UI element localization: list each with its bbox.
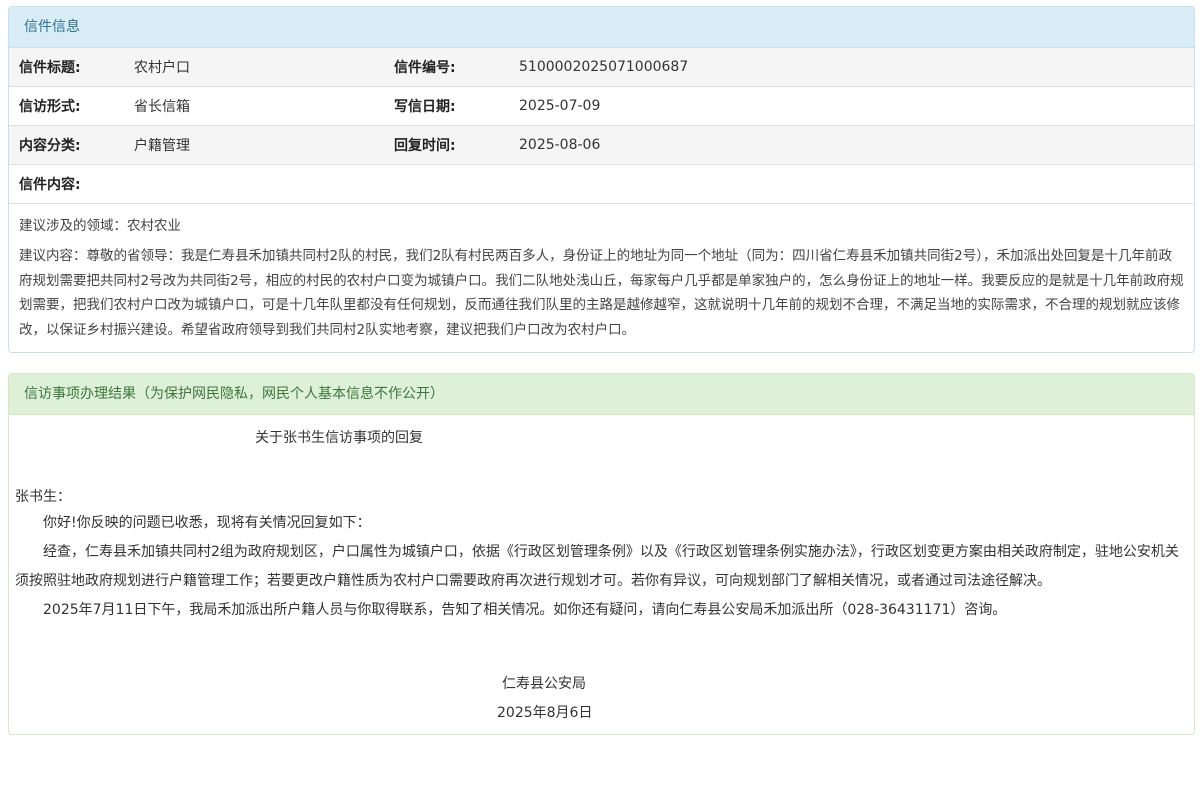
label-title: 信件标题: [19, 60, 81, 76]
label-content: 信件内容: [19, 177, 81, 193]
reply-paragraph-2: 2025年7月11日下午，我局禾加派出所户籍人员与你取得联系，告知了相关情况。如… [43, 602, 1007, 618]
value-reply-time: 2025-08-06 [519, 137, 601, 153]
letter-domain: 建议涉及的领域：农村农业 [19, 218, 181, 234]
reply-signature: 仁寿县公安局 [502, 676, 586, 692]
value-title: 农村户口 [134, 60, 190, 76]
reply-heading: 信访事项办理结果（为保护网民隐私，网民个人基本信息不作公开） [9, 374, 1194, 415]
reply-date: 2025年8月6日 [497, 705, 593, 721]
letter-content-text: 建议内容：尊敬的省领导：我是仁寿县禾加镇共同村2队的村民，我们2队有村民两百多人… [19, 248, 1184, 338]
value-write-date: 2025-07-09 [519, 98, 601, 114]
page-container: 信件信息 信件标题: 农村户口 信件编号: 510000202507100068… [8, 6, 1195, 735]
value-letter-number: 5100002025071000687 [519, 59, 689, 75]
info-row-content: 信件内容: [9, 165, 1194, 204]
label-write-date: 写信日期: [394, 99, 456, 115]
reply-body: 关于张书生信访事项的回复 张书生： 你好!你反映的问题已收悉，现将有关情况回复如… [9, 415, 1194, 734]
reply-title: 关于张书生信访事项的回复 [255, 430, 423, 446]
label-form: 信访形式: [19, 99, 81, 115]
info-row-category: 内容分类: 户籍管理 回复时间: 2025-08-06 [9, 126, 1194, 165]
label-category: 内容分类: [19, 138, 81, 154]
value-form: 省长信箱 [134, 99, 190, 115]
info-row-title: 信件标题: 农村户口 信件编号: 5100002025071000687 [9, 48, 1194, 87]
reply-paragraph-1: 经查，仁寿县禾加镇共同村2组为政府规划区，户口属性为城镇户口，依据《行政区划管理… [15, 544, 1179, 589]
info-row-form: 信访形式: 省长信箱 写信日期: 2025-07-09 [9, 87, 1194, 126]
letter-content-body: 建议涉及的领域：农村农业 建议内容：尊敬的省领导：我是仁寿县禾加镇共同村2队的村… [9, 204, 1194, 352]
value-category: 户籍管理 [134, 138, 190, 154]
label-reply-time: 回复时间: [394, 138, 456, 154]
reply-panel: 信访事项办理结果（为保护网民隐私，网民个人基本信息不作公开） 关于张书生信访事项… [8, 373, 1195, 735]
label-letter-number: 信件编号: [394, 60, 456, 76]
reply-greeting: 你好!你反映的问题已收悉，现将有关情况回复如下： [43, 515, 371, 531]
reply-salutation: 张书生： [15, 489, 71, 505]
letter-info-heading: 信件信息 [9, 7, 1194, 48]
letter-info-panel: 信件信息 信件标题: 农村户口 信件编号: 510000202507100068… [8, 6, 1195, 353]
